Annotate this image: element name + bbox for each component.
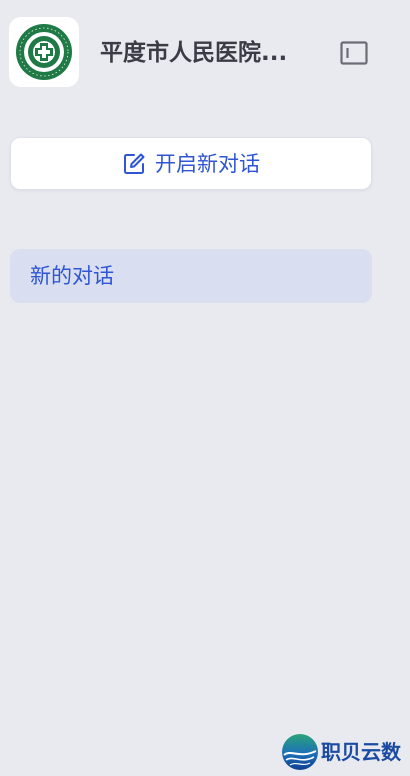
new-chat-label: 开启新对话 <box>155 151 260 176</box>
conversation-label: 新的对话 <box>30 264 114 288</box>
edit-icon <box>122 152 146 176</box>
hospital-logo <box>9 17 79 87</box>
app-title: 平度市人民医院... <box>100 40 288 66</box>
sidebar-toggle-icon <box>340 41 368 65</box>
sidebar-toggle-button[interactable] <box>338 38 370 68</box>
hospital-logo-icon <box>16 24 72 80</box>
new-chat-button[interactable]: 开启新对话 <box>10 137 372 190</box>
globe-logo-icon <box>282 734 318 770</box>
conversation-item[interactable]: 新的对话 <box>10 249 372 303</box>
brand-footer: 职贝云数 <box>281 732 401 772</box>
sidebar-header: 平度市人民医院... <box>0 0 410 104</box>
brand-name: 职贝云数 <box>321 740 401 764</box>
